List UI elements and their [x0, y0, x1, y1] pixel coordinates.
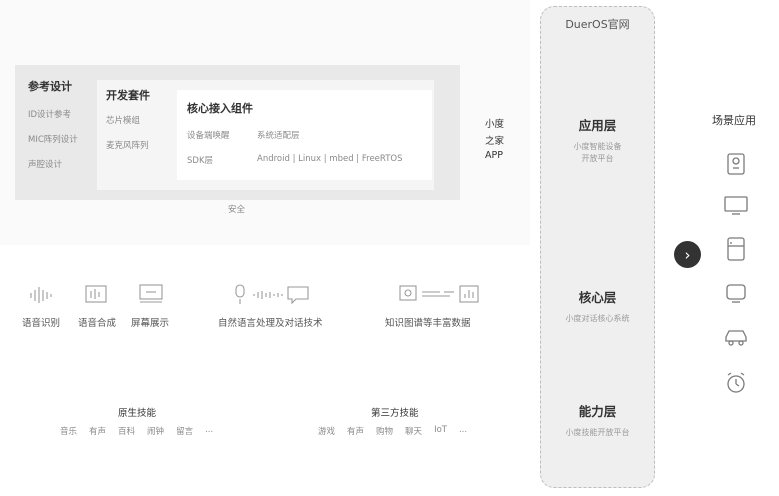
- capability-label: 屏幕展示: [131, 318, 170, 329]
- tv-box-icon: [726, 284, 746, 303]
- core-row-label: 设备端唤醒: [187, 131, 230, 141]
- native-skill: 百科: [118, 427, 136, 437]
- core-row-label: SDK层: [187, 156, 214, 166]
- third-party-skill: IoT: [434, 425, 447, 435]
- layer-subtitle: 小度技能开放平台: [565, 428, 630, 437]
- waveform-icon: [30, 287, 52, 303]
- third-party-skills-list: 游戏 有声 购物 聊天 IoT ...: [318, 425, 467, 437]
- native-skill: 音乐: [60, 427, 78, 437]
- reference-design-item: MIC阵列设计: [28, 135, 78, 145]
- native-skill: ...: [205, 425, 214, 435]
- mic-dialog-icon: [235, 284, 309, 305]
- dev-kit-item: 麦克风阵列: [106, 141, 149, 151]
- layer-subtitle: 小度智能设备: [573, 142, 622, 151]
- capability-label: 语音识别: [22, 318, 61, 329]
- core-components-title: 核心接入组件: [187, 102, 253, 115]
- layer-title-core: 核心层: [578, 290, 617, 305]
- car-icon: [725, 330, 747, 346]
- dev-kit-item: 芯片模组: [106, 116, 141, 126]
- native-skill: 留言: [176, 427, 194, 437]
- security-label: 安全: [228, 205, 246, 215]
- third-party-skill: 聊天: [405, 427, 423, 437]
- capability-label: 自然语言处理及对话技术: [218, 318, 323, 329]
- dueros-title[interactable]: DuerOS官网: [540, 16, 655, 32]
- speech-synthesis-icon: [85, 285, 107, 303]
- native-skill: 闹钟: [147, 427, 165, 437]
- xiaodu-app-line: 小度: [485, 119, 505, 130]
- tv-icon: [724, 196, 748, 215]
- core-row-value: Android | Linux | mbed | FreeRTOS: [257, 154, 403, 164]
- third-party-skill: ...: [458, 425, 468, 435]
- layer-title-capability: 能力层: [578, 404, 617, 419]
- third-party-skills-title: 第三方技能: [371, 408, 419, 419]
- chevron-right-icon: ›: [684, 245, 691, 264]
- knowledge-graph-icon: [399, 285, 479, 303]
- core-row-value: 系统适配层: [257, 131, 300, 141]
- layer-subtitle: 小度对话核心系统: [565, 314, 630, 323]
- alarm-clock-icon: [727, 372, 745, 393]
- third-party-skill: 游戏: [318, 427, 336, 437]
- third-party-skill: 有声: [347, 427, 365, 437]
- reference-design-item: 声腔设计: [28, 160, 63, 170]
- screen-icon: [139, 284, 163, 303]
- scenes-title: 场景应用: [712, 114, 756, 127]
- capability-label: 知识图谱等丰富数据: [385, 318, 471, 329]
- third-party-skill: 购物: [376, 427, 394, 437]
- layer-subtitle: 开放平台: [581, 154, 614, 163]
- reference-design-item: ID设计参考: [28, 110, 72, 120]
- fridge-icon: [727, 237, 745, 261]
- native-skills-title: 原生技能: [118, 408, 157, 419]
- xiaodu-app-line: 之家: [485, 136, 505, 147]
- next-arrow-button[interactable]: ›: [674, 241, 701, 268]
- xiaodu-app-line: APP: [485, 150, 503, 161]
- native-skills-list: 音乐 有声 百科 闹钟 留言 ...: [60, 425, 213, 437]
- dev-kit-title: 开发套件: [106, 89, 150, 102]
- reference-design-title: 参考设计: [28, 80, 72, 93]
- layer-title-application: 应用层: [578, 118, 617, 133]
- capability-label: 语音合成: [78, 318, 117, 329]
- native-skill: 有声: [89, 427, 107, 437]
- speaker-icon: [727, 153, 745, 175]
